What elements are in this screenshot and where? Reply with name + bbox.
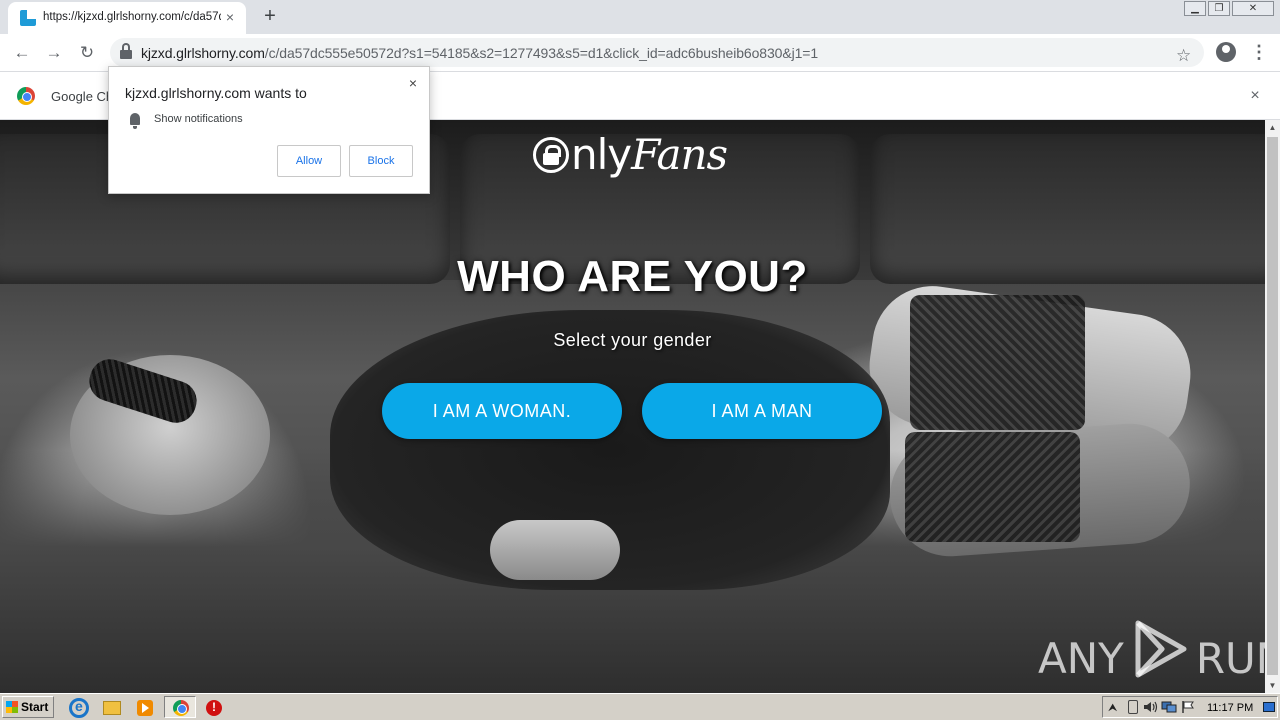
- taskbar-chrome-button[interactable]: [164, 696, 196, 718]
- man-button[interactable]: I AM A MAN: [642, 383, 882, 439]
- photo-figure: [910, 295, 1085, 430]
- lock-icon[interactable]: [120, 43, 132, 59]
- maximize-button[interactable]: ❐: [1208, 1, 1230, 16]
- windows-taskbar: Start ⮝ 11:17 PM: [0, 693, 1280, 720]
- prompt-permission-text: Show notifications: [154, 113, 243, 125]
- tab-title: https://kjzxd.glrlshorny.com/c/da57dc555…: [43, 11, 221, 23]
- page-subheadline: Select your gender: [553, 330, 712, 350]
- watermark-text-left: ANY: [1038, 634, 1124, 683]
- reload-button[interactable]: ↻: [76, 42, 98, 64]
- infobar-text: Google Ch: [51, 89, 114, 104]
- forward-button[interactable]: →: [43, 42, 65, 64]
- file-explorer-icon[interactable]: [103, 701, 121, 715]
- watermark-text-right: RUN: [1195, 634, 1265, 683]
- prompt-close-icon[interactable]: ×: [405, 75, 421, 91]
- site-favicon-icon: [20, 10, 36, 26]
- allow-button[interactable]: Allow: [277, 145, 341, 177]
- new-tab-button[interactable]: +: [260, 6, 280, 26]
- anyrun-watermark: ANY RUN: [1038, 613, 1265, 683]
- start-label: Start: [21, 700, 49, 714]
- scroll-up-arrow-icon[interactable]: ▲: [1265, 120, 1280, 135]
- chrome-taskbar-icon: [173, 700, 189, 716]
- padlock-logo-icon: [533, 137, 569, 173]
- bell-icon: [130, 113, 140, 129]
- web-page: nlyFans WHO ARE YOU? Select your gender …: [0, 120, 1265, 693]
- logo-text-fans: Fans: [631, 130, 728, 179]
- volume-icon[interactable]: [1143, 700, 1159, 718]
- network-icon[interactable]: [1161, 700, 1177, 718]
- url-path: /c/da57dc555e50572d?s1=54185&s2=1277493&…: [264, 45, 819, 61]
- block-button[interactable]: Block: [349, 145, 413, 177]
- play-logo-icon: [1132, 619, 1190, 679]
- usb-device-icon[interactable]: [1128, 700, 1138, 714]
- clock[interactable]: 11:17 PM: [1207, 702, 1253, 714]
- windows-logo-icon: [6, 701, 18, 713]
- address-bar[interactable]: kjzxd.glrlshorny.com/c/da57dc555e50572d?…: [110, 38, 1204, 67]
- page-headline: WHO ARE YOU?: [457, 252, 808, 301]
- logo-text-only: nly: [571, 130, 632, 179]
- page-scrollbar[interactable]: ▲ ▼: [1265, 120, 1280, 693]
- browser-menu-icon[interactable]: ⋮: [1250, 42, 1268, 62]
- address-url[interactable]: kjzxd.glrlshorny.com/c/da57dc555e50572d?…: [141, 45, 818, 61]
- window-controls: ▁ ❐ ✕: [1182, 1, 1274, 17]
- action-center-flag-icon[interactable]: [1181, 700, 1195, 718]
- media-player-icon[interactable]: [137, 700, 153, 716]
- woman-button[interactable]: I AM A WOMAN.: [382, 383, 622, 439]
- close-window-button[interactable]: ✕: [1232, 1, 1274, 16]
- profile-avatar-icon[interactable]: [1216, 42, 1236, 62]
- show-desktop-icon[interactable]: [1263, 702, 1275, 712]
- minimize-button[interactable]: ▁: [1184, 1, 1206, 16]
- internet-explorer-icon[interactable]: [69, 698, 89, 718]
- tray-expand-icon[interactable]: ⮝: [1108, 701, 1117, 715]
- tab-strip: https://kjzxd.glrlshorny.com/c/da57dc555…: [0, 0, 1280, 34]
- infobar-close-icon[interactable]: ×: [1246, 87, 1264, 105]
- scroll-down-arrow-icon[interactable]: ▼: [1265, 678, 1280, 693]
- tab-close-icon[interactable]: ×: [222, 9, 238, 25]
- photo-figure: [905, 432, 1080, 542]
- chrome-logo-icon: [17, 87, 35, 105]
- security-alert-icon[interactable]: [206, 700, 222, 716]
- bookmark-star-icon[interactable]: ☆: [1176, 46, 1191, 66]
- prompt-title: kjzxd.glrlshorny.com wants to: [125, 85, 307, 101]
- back-button[interactable]: ←: [11, 42, 33, 64]
- url-host: kjzxd.glrlshorny.com: [141, 45, 265, 61]
- browser-tab[interactable]: https://kjzxd.glrlshorny.com/c/da57dc555…: [8, 2, 246, 34]
- scrollbar-thumb[interactable]: [1267, 137, 1278, 675]
- notification-permission-prompt: kjzxd.glrlshorny.com wants to × Show not…: [108, 66, 430, 194]
- system-tray: ⮝ 11:17 PM: [1102, 696, 1278, 718]
- start-button[interactable]: Start: [2, 696, 54, 718]
- site-logo: nlyFans: [533, 130, 728, 190]
- photo-figure: [490, 520, 620, 580]
